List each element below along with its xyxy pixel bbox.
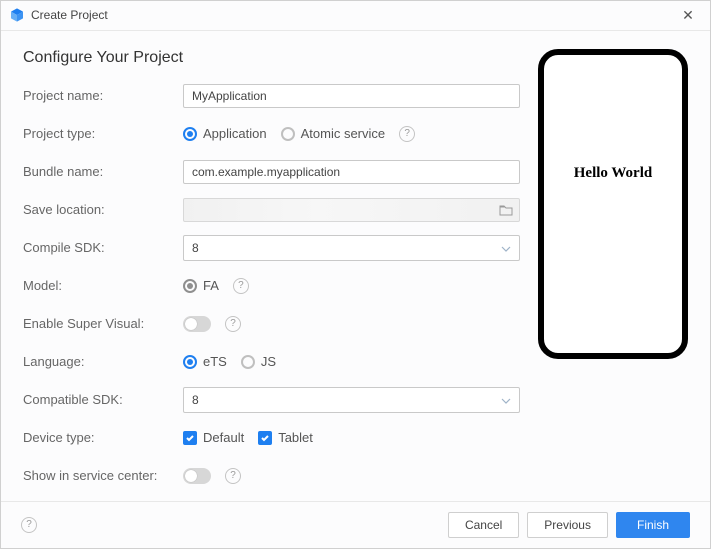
- preview-column: Hello World: [538, 45, 688, 501]
- folder-icon[interactable]: [499, 204, 513, 216]
- radio-dot-icon: [241, 355, 255, 369]
- previous-button[interactable]: Previous: [527, 512, 608, 538]
- radio-application[interactable]: Application: [183, 126, 267, 141]
- help-icon[interactable]: ?: [233, 278, 249, 294]
- row-project-type: Project type: Application Atomic service…: [23, 121, 520, 147]
- radio-js[interactable]: JS: [241, 354, 276, 369]
- radio-fa-label: FA: [203, 278, 219, 293]
- radio-application-label: Application: [203, 126, 267, 141]
- dialog-body: Configure Your Project Project name: Pro…: [1, 31, 710, 501]
- check-icon: [258, 431, 272, 445]
- radio-dot-icon: [281, 127, 295, 141]
- label-compatible-sdk: Compatible SDK:: [23, 392, 183, 407]
- label-model: Model:: [23, 278, 183, 293]
- radio-ets-label: eTS: [203, 354, 227, 369]
- radio-dot-icon: [183, 279, 197, 293]
- row-language: Language: eTS JS: [23, 349, 520, 375]
- help-icon[interactable]: ?: [399, 126, 415, 142]
- app-logo-icon: [9, 7, 25, 23]
- save-location-input[interactable]: [183, 198, 520, 222]
- radio-js-label: JS: [261, 354, 276, 369]
- show-in-service-center-toggle[interactable]: [183, 468, 211, 484]
- project-name-input[interactable]: [183, 84, 520, 108]
- radio-atomic-service-label: Atomic service: [301, 126, 386, 141]
- row-compatible-sdk: Compatible SDK: 8: [23, 387, 520, 413]
- radio-dot-icon: [183, 127, 197, 141]
- checkbox-default[interactable]: Default: [183, 430, 244, 445]
- checkbox-tablet-label: Tablet: [278, 430, 313, 445]
- row-bundle-name: Bundle name:: [23, 159, 520, 185]
- row-model: Model: FA ?: [23, 273, 520, 299]
- compatible-sdk-value: 8: [192, 393, 199, 407]
- row-save-location: Save location:: [23, 197, 520, 223]
- help-icon[interactable]: ?: [225, 316, 241, 332]
- bundle-name-input[interactable]: [183, 160, 520, 184]
- compatible-sdk-select[interactable]: 8: [183, 387, 520, 413]
- device-preview: Hello World: [538, 49, 688, 359]
- label-enable-super-visual: Enable Super Visual:: [23, 316, 183, 331]
- label-language: Language:: [23, 354, 183, 369]
- label-bundle-name: Bundle name:: [23, 164, 183, 179]
- row-project-name: Project name:: [23, 83, 520, 109]
- close-icon[interactable]: ✕: [674, 7, 702, 24]
- row-compile-sdk: Compile SDK: 8: [23, 235, 520, 261]
- compile-sdk-value: 8: [192, 241, 199, 255]
- titlebar: Create Project ✕: [1, 1, 710, 31]
- checkbox-tablet[interactable]: Tablet: [258, 430, 313, 445]
- dialog-footer: ? Cancel Previous Finish: [1, 501, 710, 548]
- radio-ets[interactable]: eTS: [183, 354, 227, 369]
- label-project-name: Project name:: [23, 88, 183, 103]
- chevron-down-icon: [501, 241, 511, 255]
- compile-sdk-select[interactable]: 8: [183, 235, 520, 261]
- radio-fa[interactable]: FA: [183, 278, 219, 293]
- label-save-location: Save location:: [23, 202, 183, 217]
- checkbox-default-label: Default: [203, 430, 244, 445]
- finish-button[interactable]: Finish: [616, 512, 690, 538]
- help-icon[interactable]: ?: [225, 468, 241, 484]
- help-icon[interactable]: ?: [21, 517, 37, 533]
- check-icon: [183, 431, 197, 445]
- label-show-in-service-center: Show in service center:: [23, 468, 183, 483]
- page-title: Configure Your Project: [23, 49, 520, 67]
- create-project-window: Create Project ✕ Configure Your Project …: [0, 0, 711, 549]
- label-device-type: Device type:: [23, 430, 183, 445]
- row-show-in-service-center: Show in service center: ?: [23, 463, 520, 489]
- chevron-down-icon: [501, 393, 511, 407]
- label-compile-sdk: Compile SDK:: [23, 240, 183, 255]
- radio-dot-icon: [183, 355, 197, 369]
- row-device-type: Device type: Default Tablet: [23, 425, 520, 451]
- cancel-button[interactable]: Cancel: [448, 512, 519, 538]
- enable-super-visual-toggle[interactable]: [183, 316, 211, 332]
- label-project-type: Project type:: [23, 126, 183, 141]
- preview-text: Hello World: [574, 165, 652, 182]
- row-enable-super-visual: Enable Super Visual: ?: [23, 311, 520, 337]
- window-title: Create Project: [31, 8, 108, 22]
- radio-atomic-service[interactable]: Atomic service: [281, 126, 386, 141]
- form-column: Configure Your Project Project name: Pro…: [23, 45, 520, 501]
